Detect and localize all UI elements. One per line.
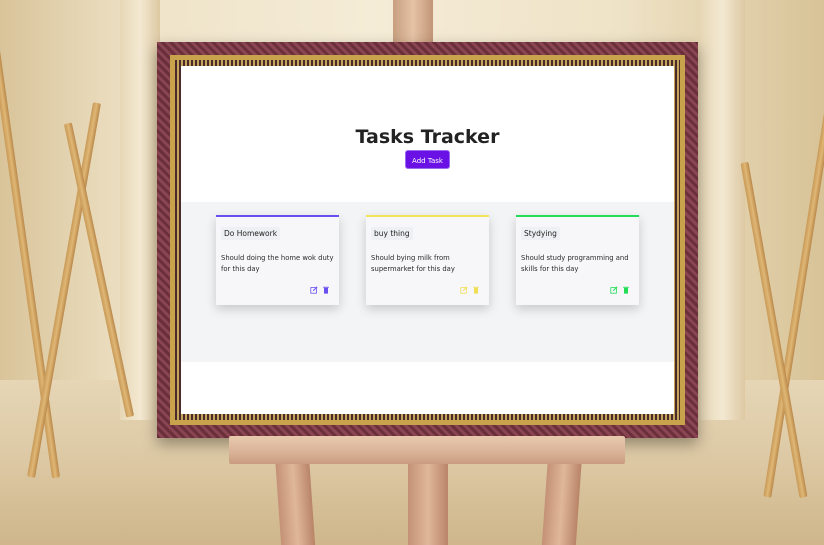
page-title: Tasks Tracker xyxy=(355,126,500,148)
easel-shelf xyxy=(229,436,625,464)
edit-icon[interactable] xyxy=(310,286,318,294)
task-card: Do Homework Should doing the home wok du… xyxy=(216,215,339,305)
wall-pillar xyxy=(700,0,745,420)
edit-icon[interactable] xyxy=(460,286,468,294)
wall-pillar xyxy=(120,0,160,420)
easel-leg-center xyxy=(408,455,448,545)
app-header: Tasks Tracker Add Task xyxy=(181,66,674,202)
task-description: Should bying milk from supermarket for t… xyxy=(371,254,455,273)
task-description: Should doing the home wok duty for this … xyxy=(221,254,334,273)
easel-leg-right xyxy=(541,455,583,545)
easel-leg-left xyxy=(274,455,316,545)
edit-icon[interactable] xyxy=(610,286,618,294)
trash-icon[interactable] xyxy=(322,286,330,294)
trash-icon[interactable] xyxy=(472,286,480,294)
app-canvas: Tasks Tracker Add Task Do Homework Shoul… xyxy=(181,66,674,414)
add-task-button[interactable]: Add Task xyxy=(405,150,450,169)
task-actions xyxy=(460,286,480,294)
task-description: Should study programming and skills for … xyxy=(521,254,629,273)
trash-icon[interactable] xyxy=(622,286,630,294)
task-actions xyxy=(610,286,630,294)
task-actions xyxy=(310,286,330,294)
easel-mast xyxy=(393,0,433,48)
task-title: buy thing xyxy=(371,227,413,240)
task-title: Stydying xyxy=(521,227,560,240)
task-card: Stydying Should study programming and sk… xyxy=(516,215,639,305)
task-card: buy thing Should bying milk from superma… xyxy=(366,215,489,305)
task-title: Do Homework xyxy=(221,227,281,240)
